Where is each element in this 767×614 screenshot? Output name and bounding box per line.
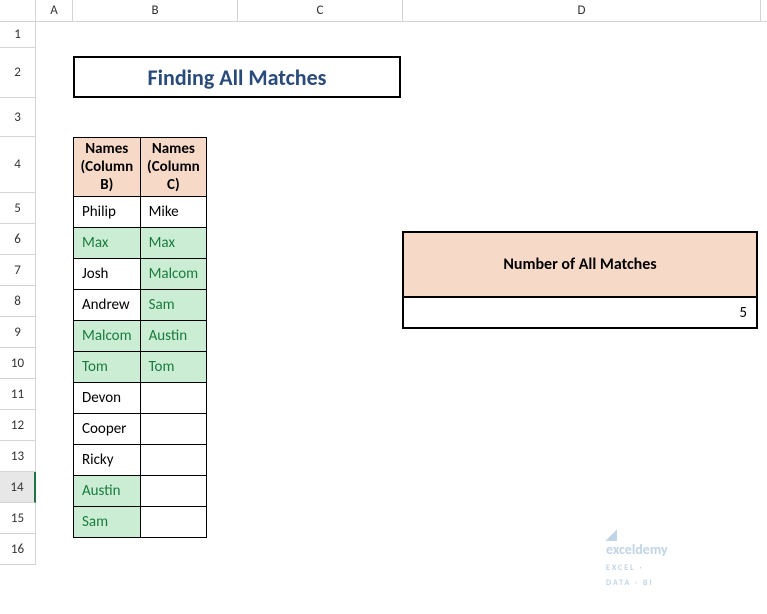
table-row: MalcomAustin [74,321,207,352]
cell-col-c[interactable]: Sam [140,290,207,321]
row-header-6[interactable]: 6 [0,224,36,255]
row-header-7[interactable]: 7 [0,255,36,286]
row-header-14[interactable]: 14 [0,472,36,503]
cell-col-b[interactable]: Josh [74,259,141,290]
table-row: JoshMalcom [74,259,207,290]
title-cell[interactable]: Finding All Matches [73,56,401,98]
table-row: Ricky [74,445,207,476]
matches-label-text: Number of All Matches [503,255,656,274]
spreadsheet-grid: A B C D 12345678910111213141516 Finding … [0,0,767,22]
row-header-13[interactable]: 13 [0,441,36,472]
cell-col-b[interactable]: Devon [74,383,141,414]
table-row: TomTom [74,352,207,383]
cell-col-c[interactable] [140,414,207,445]
table-row: Sam [74,507,207,538]
column-header-d[interactable]: D [403,0,761,21]
watermark-main: exceldemy [606,541,668,558]
header-col-c-text: Names (Column C) [147,140,200,194]
column-header-c[interactable]: C [238,0,403,21]
cell-col-c[interactable]: Austin [140,321,207,352]
table-row: Austin [74,476,207,507]
cell-col-b[interactable]: Austin [74,476,141,507]
row-header-15[interactable]: 15 [0,503,36,534]
cell-col-b[interactable]: Malcom [74,321,141,352]
column-header-a[interactable]: A [36,0,73,21]
select-all-corner[interactable] [0,0,36,21]
row-header-8[interactable]: 8 [0,286,36,317]
matches-summary: Number of All Matches 5 [402,231,758,329]
column-headers-row: A B C D [0,0,767,22]
row-header-10[interactable]: 10 [0,348,36,379]
cell-col-c[interactable] [140,445,207,476]
title-text: Finding All Matches [148,64,327,91]
header-col-b-text: Names (Column B) [80,140,133,194]
column-header-b[interactable]: B [73,0,238,21]
table-row: MaxMax [74,228,207,259]
table-row: Devon [74,383,207,414]
cell-col-c[interactable] [140,383,207,414]
watermark-sub: EXCEL · DATA · BI [606,563,654,588]
row-headers-column: 12345678910111213141516 [0,22,36,565]
row-header-11[interactable]: 11 [0,379,36,410]
row-header-16[interactable]: 16 [0,534,36,565]
cell-col-c[interactable]: Tom [140,352,207,383]
row-header-3[interactable]: 3 [0,98,36,137]
row-header-5[interactable]: 5 [0,193,36,224]
matches-label-cell[interactable]: Number of All Matches [403,232,757,297]
row-header-4[interactable]: 4 [0,137,36,193]
cell-col-c[interactable]: Mike [140,197,207,228]
header-col-b[interactable]: Names (Column B) [74,138,141,197]
table-row: Cooper [74,414,207,445]
cell-col-b[interactable]: Cooper [74,414,141,445]
cell-col-c[interactable]: Max [140,228,207,259]
cell-col-c[interactable] [140,507,207,538]
table-row: PhilipMike [74,197,207,228]
cell-col-b[interactable]: Ricky [74,445,141,476]
row-header-1[interactable]: 1 [0,22,36,48]
row-header-2[interactable]: 2 [0,48,36,98]
cell-col-b[interactable]: Max [74,228,141,259]
cell-col-c[interactable]: Malcom [140,259,207,290]
cell-col-c[interactable] [140,476,207,507]
matches-value-text: 5 [739,304,747,322]
watermark: ◢ exceldemy EXCEL · DATA · BI [606,527,668,589]
cell-col-b[interactable]: Tom [74,352,141,383]
cell-col-b[interactable]: Philip [74,197,141,228]
row-header-12[interactable]: 12 [0,410,36,441]
table-row: AndrewSam [74,290,207,321]
cell-col-b[interactable]: Andrew [74,290,141,321]
header-col-c[interactable]: Names (Column C) [140,138,207,197]
row-header-9[interactable]: 9 [0,317,36,348]
names-table: Names (Column B) Names (Column C) Philip… [73,137,207,538]
table-header-row: Names (Column B) Names (Column C) [74,138,207,197]
matches-value-cell[interactable]: 5 [403,297,757,328]
cell-col-b[interactable]: Sam [74,507,141,538]
